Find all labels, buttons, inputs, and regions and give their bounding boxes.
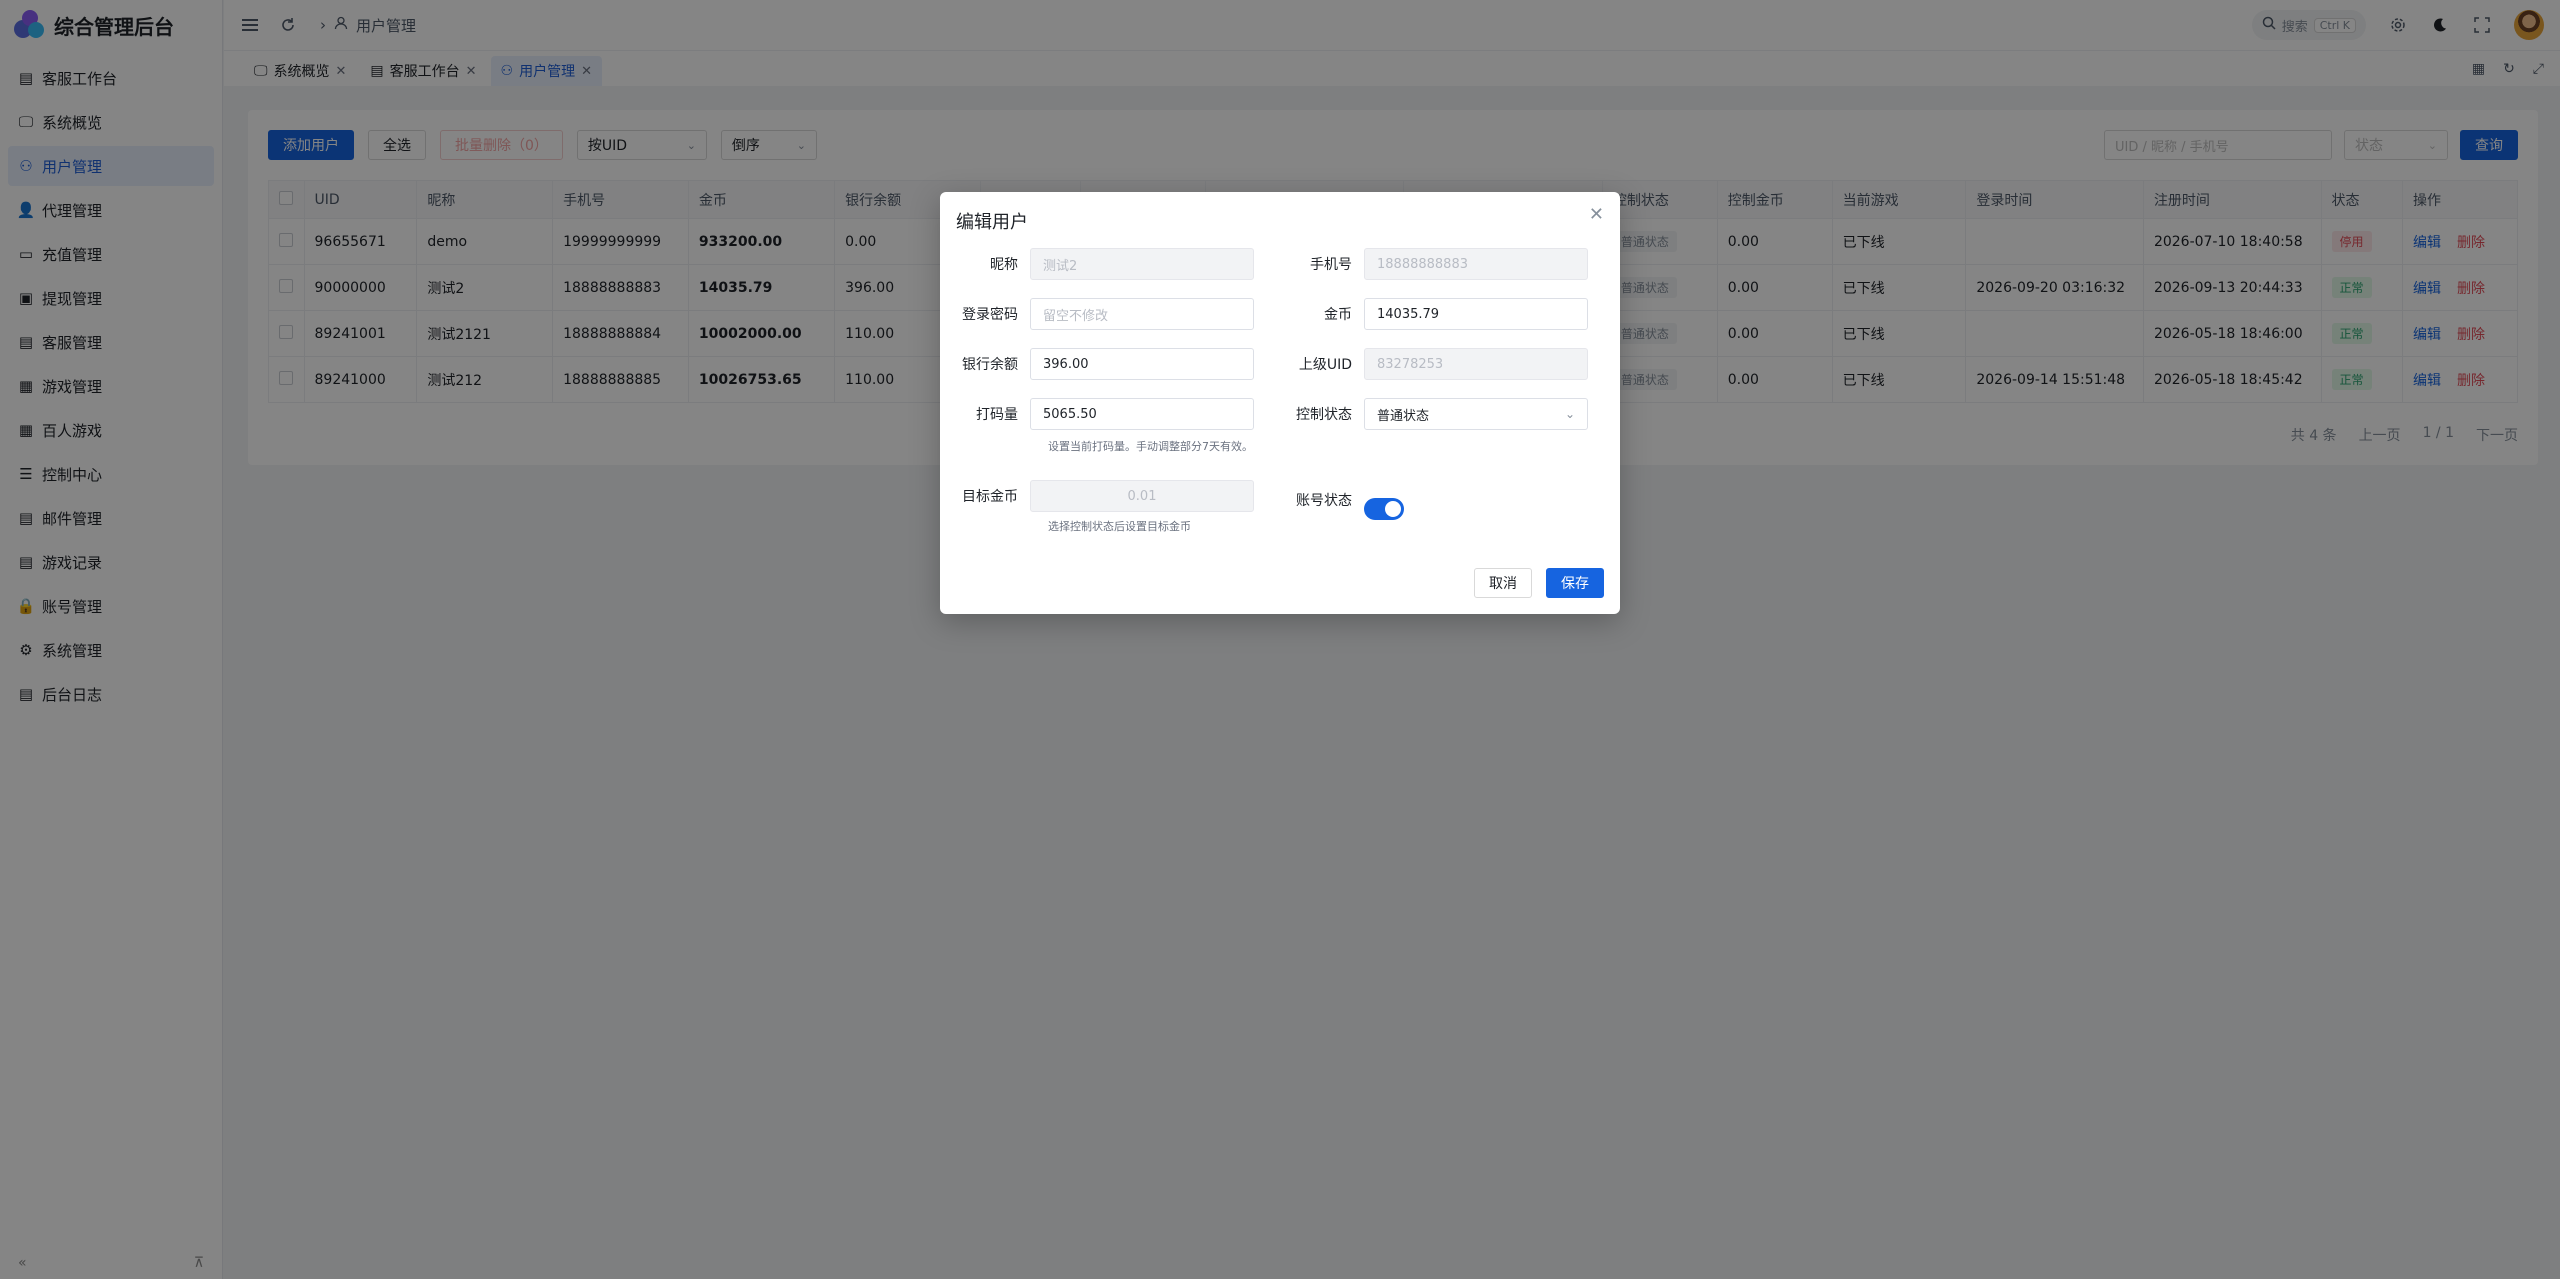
parent-uid-row: 上级UID 83278253 [1274,348,1588,380]
account-row: 账号状态 [1274,480,1404,520]
control-value: 普通状态 [1377,408,1430,424]
parent-uid-field: 83278253 [1364,348,1588,380]
phone-row: 手机号 18888888883 [1274,248,1588,280]
target-hint: 选择控制状态后设置目标金币 [1048,520,1191,533]
password-row: 登录密码 留空不修改 [940,298,1254,330]
target-field: 0.01 [1030,480,1254,512]
bet-row: 打码量 5065.50 [940,398,1254,430]
gold-field[interactable]: 14035.79 [1364,298,1588,330]
account-label: 账号状态 [1296,493,1352,509]
nickname-row: 昵称 测试2 [940,248,1254,280]
chevron-down-icon: ⌄ [1564,407,1575,421]
edit-user-dialog: 编辑用户 ✕ 昵称 测试2 手机号 18888888883 登录密码 留空不修改… [940,192,1620,614]
control-row: 控制状态 普通状态 ⌄ [1274,398,1588,430]
nickname-field: 测试2 [1030,248,1254,280]
gold-row: 金币 14035.79 [1274,298,1588,330]
bet-label: 打码量 [976,407,1018,423]
bet-field[interactable]: 5065.50 [1030,398,1254,430]
dialog-footer: 取消 保存 [1474,568,1604,598]
close-icon[interactable]: ✕ [1589,204,1604,225]
password-field[interactable]: 留空不修改 [1030,298,1254,330]
account-status-switch[interactable] [1364,498,1404,520]
save-button[interactable]: 保存 [1546,568,1604,598]
bet-hint: 设置当前打码量。手动调整部分7天有效。 [1048,440,1253,453]
target-label: 目标金币 [962,489,1018,505]
bank-label: 银行余额 [962,357,1018,373]
phone-label: 手机号 [1310,257,1352,273]
phone-field: 18888888883 [1364,248,1588,280]
dialog-title: 编辑用户 [956,212,1028,233]
nickname-label: 昵称 [990,257,1018,273]
password-label: 登录密码 [962,307,1018,323]
cancel-button[interactable]: 取消 [1474,568,1532,598]
target-row: 目标金币 0.01 [940,480,1254,512]
bank-field[interactable]: 396.00 [1030,348,1254,380]
control-label: 控制状态 [1296,407,1352,423]
gold-label: 金币 [1324,307,1352,323]
parent-uid-label: 上级UID [1298,357,1352,373]
bank-row: 银行余额 396.00 [940,348,1254,380]
control-select[interactable]: 普通状态 ⌄ [1364,398,1588,430]
